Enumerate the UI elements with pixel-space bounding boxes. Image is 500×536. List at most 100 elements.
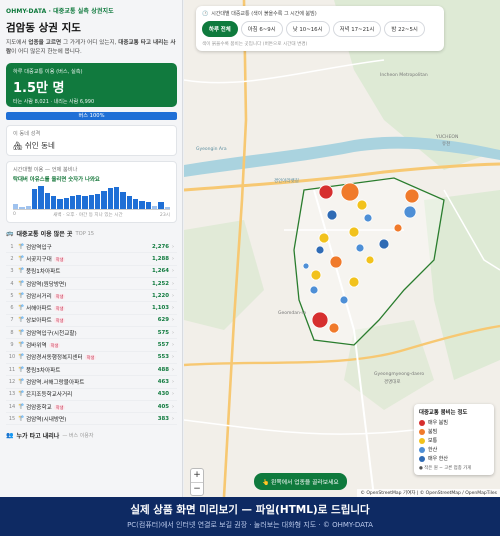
zoom-out-button[interactable]: − xyxy=(191,482,203,495)
transit-stop-marker[interactable] xyxy=(348,276,360,288)
hour-bar[interactable] xyxy=(38,186,44,209)
stop-name-text: 검바위역 xyxy=(26,343,47,350)
time-tab[interactable]: 아침 6~9시 xyxy=(240,21,283,37)
stop-usage-count: 405 xyxy=(157,403,169,410)
transit-stop-marker[interactable] xyxy=(340,182,360,202)
hour-bar[interactable] xyxy=(164,206,170,209)
list-item[interactable]: 1 🚏 검암역입구 2,276 › xyxy=(6,241,177,254)
transit-stop-marker[interactable] xyxy=(326,209,338,221)
hour-bar[interactable] xyxy=(63,197,69,209)
hour-bar[interactable] xyxy=(101,190,107,209)
transit-stop-marker[interactable] xyxy=(339,295,349,305)
list-item[interactable]: 5 🚏 검암서거리 학생 1,220 › xyxy=(6,290,177,303)
bus-share-bar: 버스 100% xyxy=(6,112,177,120)
list-item[interactable]: 12 🚏 검암역.서해그랑블아파트 463 › xyxy=(6,376,177,389)
chevron-right-icon: › xyxy=(172,415,174,422)
legend-swatch xyxy=(419,428,425,435)
list-item[interactable]: 11 🚏 풍림3차아파트 488 › xyxy=(6,364,177,377)
choose-category-button[interactable]: 👆 왼쪽에서 업종을 골라보세요 xyxy=(254,473,347,490)
top-list-title: 대중교통 이용 많은 곳 xyxy=(16,231,73,238)
transit-stop-marker[interactable] xyxy=(404,188,420,204)
stop-name-text: 상보아파트 xyxy=(26,318,52,325)
transit-stop-marker[interactable] xyxy=(348,226,360,238)
hour-bar[interactable] xyxy=(126,196,132,209)
page-title: 검암동 상권 지도 xyxy=(6,22,81,34)
chevron-right-icon: › xyxy=(172,403,174,410)
transit-stop-marker[interactable] xyxy=(310,269,322,281)
map-view[interactable]: Incheon Metropolitan Gyeongin Ara 경인아라뱃길… xyxy=(184,0,500,497)
time-chart-card[interactable]: 시간대별 이용 — 언제 붐비나 탁대버 아유스를 올리면 숫자가 나와요 0 … xyxy=(6,161,177,223)
transit-stop-marker[interactable] xyxy=(309,285,319,295)
bus-stop-icon: 🚏 xyxy=(18,378,25,385)
clock-icon: 🕐 xyxy=(202,10,209,17)
hour-bar[interactable] xyxy=(95,194,101,209)
legend-label: 붐빔 xyxy=(428,429,438,435)
hour-bar[interactable] xyxy=(13,204,19,209)
axis-note: 새벽 · 오후 · 야간 등 지나 있는 시간 xyxy=(53,213,123,218)
hourly-bars[interactable] xyxy=(13,186,170,210)
list-item[interactable]: 2 🚏 서곶지구대 학생 1,288 › xyxy=(6,253,177,266)
hour-bar[interactable] xyxy=(82,196,88,209)
hour-bar[interactable] xyxy=(50,196,57,209)
bus-stop-icon: 🚏 xyxy=(18,292,25,299)
list-item[interactable]: 4 🚏 검암역(원당방면) 1,252 › xyxy=(6,278,177,291)
stop-name: 상보아파트 학생 xyxy=(26,316,143,324)
time-tab[interactable]: 밤 22~5시 xyxy=(384,21,425,37)
transit-stop-marker[interactable] xyxy=(318,232,330,244)
hour-bar[interactable] xyxy=(107,188,113,209)
list-item[interactable]: 13 🚏 은지조등학교사거리 430 › xyxy=(6,389,177,401)
hour-bar[interactable] xyxy=(88,195,95,209)
student-badge: 학생 xyxy=(53,256,66,262)
time-tab[interactable]: 저녁 17~21시 xyxy=(332,21,382,37)
list-item[interactable]: 9 🚏 검바위역 학생 557 › xyxy=(6,339,177,352)
list-item[interactable]: 15 🚏 검암역(시내방면) 383 › xyxy=(6,413,177,426)
stop-name: 검암중학교 학생 xyxy=(26,403,143,411)
transit-stop-marker[interactable] xyxy=(378,238,390,250)
hour-bar[interactable] xyxy=(57,198,63,209)
hour-bar[interactable] xyxy=(44,192,50,209)
student-badge: 학생 xyxy=(53,318,66,324)
transit-stop-marker[interactable] xyxy=(318,184,334,200)
hour-bar[interactable] xyxy=(76,195,82,209)
hour-bar[interactable] xyxy=(158,202,164,209)
list-item[interactable]: 7 🚏 상보아파트 학생 629 › xyxy=(6,315,177,328)
map-attribution[interactable]: © OpenStreetMap 기여자 | © OpenStreetMap / … xyxy=(357,489,500,497)
list-item[interactable]: 10 🚏 검암경서동행정복지센터 학생 553 › xyxy=(6,352,177,364)
hour-bar[interactable] xyxy=(25,205,31,209)
transit-stop-marker[interactable] xyxy=(302,262,310,270)
daily-usage-card: 하루 대중교통 이용 (버스, 실측) 1.5만 명 타는 사람 8,021 ·… xyxy=(6,63,177,107)
hour-bar[interactable] xyxy=(19,206,25,209)
hour-bar[interactable] xyxy=(114,187,120,209)
who-rides-header[interactable]: 👥 누가 타고 내리나 — 버스 이용자 xyxy=(6,431,177,440)
transit-stop-marker[interactable] xyxy=(355,243,365,253)
hour-bar[interactable] xyxy=(151,205,158,209)
stop-name: 서해아파트 학생 xyxy=(26,304,143,312)
rank-number: 8 xyxy=(10,329,14,336)
transit-stop-marker[interactable] xyxy=(356,199,368,211)
list-item[interactable]: 8 🚏 검암역입구(시천교할) 575 › xyxy=(6,327,177,340)
hour-bar[interactable] xyxy=(139,200,145,209)
transit-stop-marker[interactable] xyxy=(315,245,325,255)
list-item[interactable]: 14 🚏 검암중학교 학생 405 › xyxy=(6,401,177,414)
map-place-label: Gyeongmyeong-daero xyxy=(374,371,424,377)
hour-bar[interactable] xyxy=(120,191,126,209)
list-item[interactable]: 6 🚏 서해아파트 학생 1,103 › xyxy=(6,302,177,315)
transit-stop-marker[interactable] xyxy=(311,311,329,329)
transit-stop-marker[interactable] xyxy=(393,223,403,233)
transit-stop-marker[interactable] xyxy=(329,255,343,269)
transit-stop-marker[interactable] xyxy=(328,322,340,334)
list-item[interactable]: 3 🚏 풍림1차아파트 1,264 › xyxy=(6,266,177,278)
stop-name: 검암역입구 xyxy=(26,243,143,251)
transit-stop-marker[interactable] xyxy=(403,205,417,219)
page-description: 지도에서 업종을 고르면 그 가게가 어디 있는지, 대중교통 타고 내리는 사… xyxy=(6,39,177,57)
bus-stop-icon: 🚏 xyxy=(18,329,25,336)
time-tab[interactable]: 하루 전체 xyxy=(202,21,238,37)
hour-bar[interactable] xyxy=(132,198,139,209)
hour-bar[interactable] xyxy=(69,196,76,209)
hour-bar[interactable] xyxy=(145,202,151,209)
hour-bar[interactable] xyxy=(31,189,38,209)
zoom-in-button[interactable]: + xyxy=(191,469,203,482)
transit-stop-marker[interactable] xyxy=(365,255,375,265)
time-tab[interactable]: 낮 10~16시 xyxy=(285,21,330,37)
transit-stop-marker[interactable] xyxy=(363,213,373,223)
